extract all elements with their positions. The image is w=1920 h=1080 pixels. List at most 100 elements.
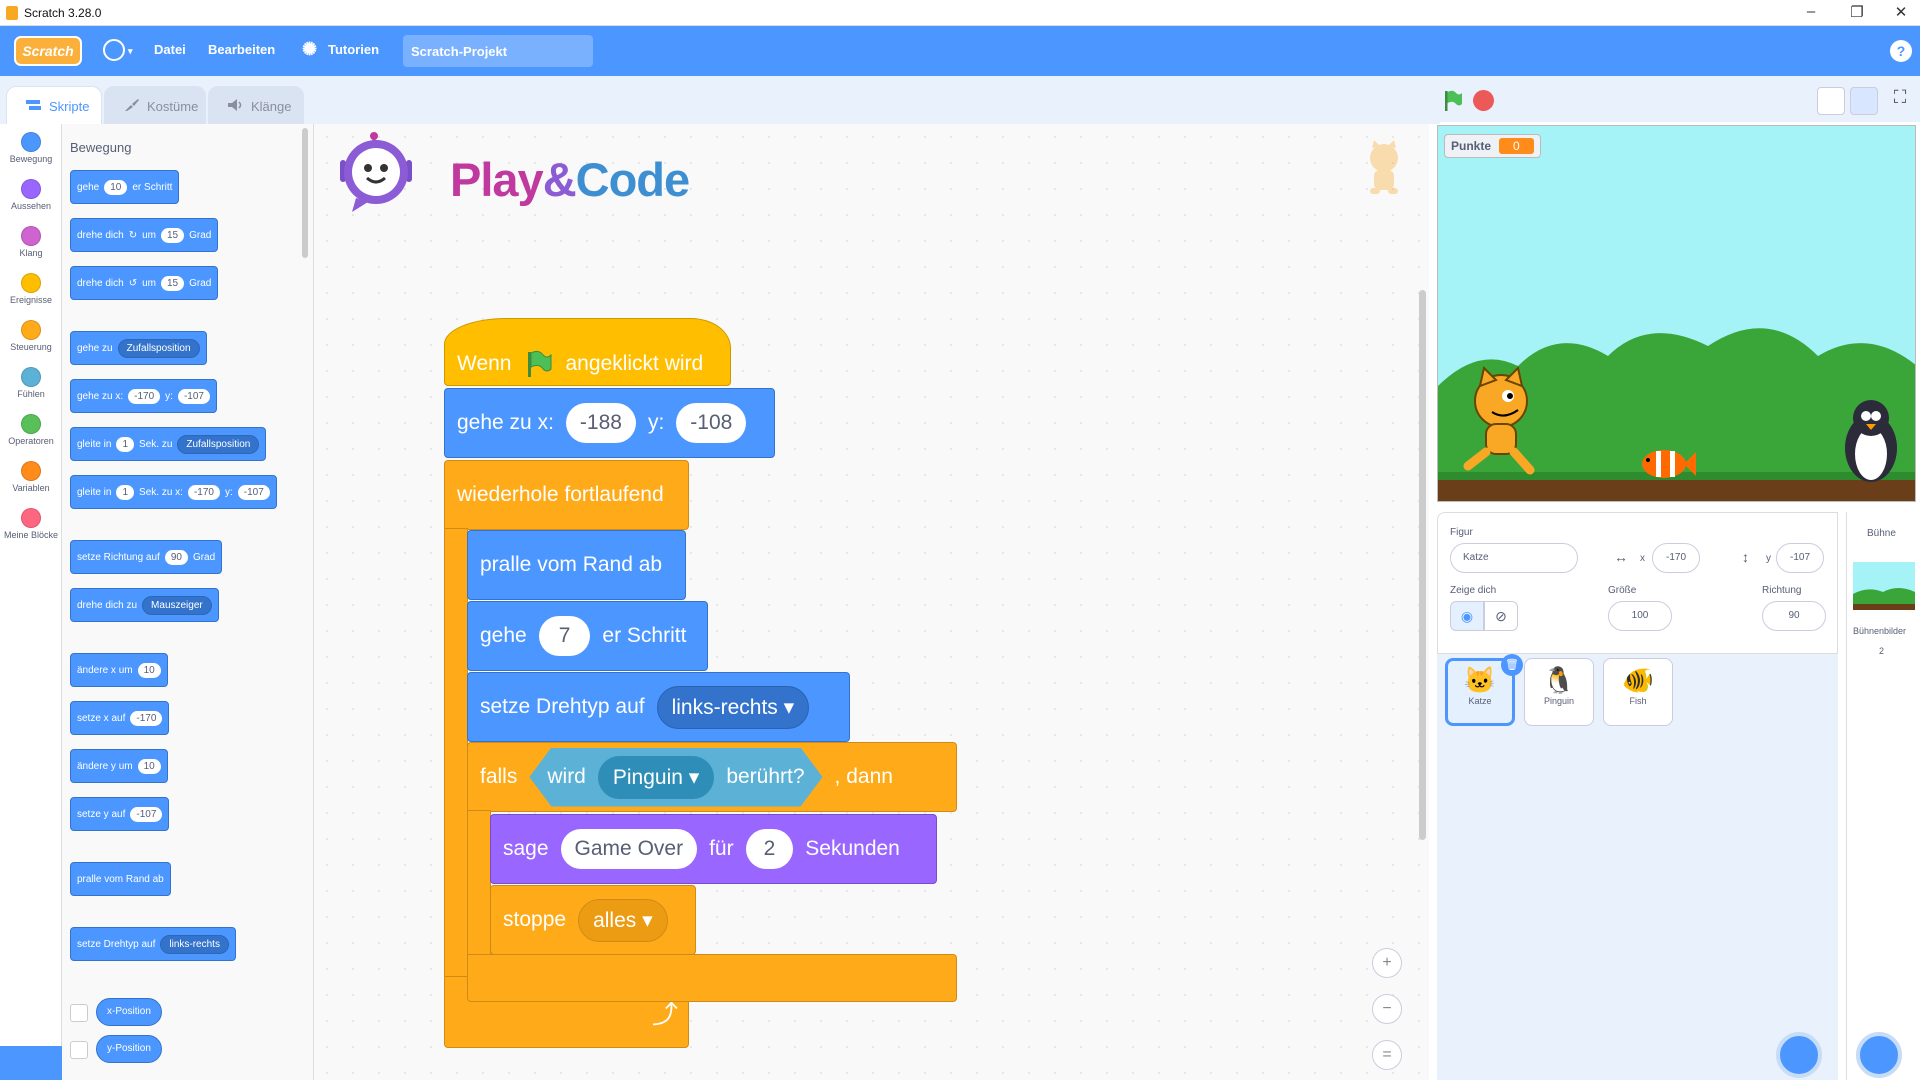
restore-button[interactable]: ❐ [1842, 3, 1872, 21]
category-variables[interactable]: Variablen [0, 461, 62, 493]
block-rotation-style[interactable]: setze Drehtyp auf links-rechts [70, 927, 236, 961]
cat-sprite[interactable] [1456, 366, 1546, 476]
menu-file[interactable]: Datei [154, 42, 186, 57]
choose-backdrop-button[interactable] [1856, 1032, 1902, 1078]
forever-c-arm [444, 528, 468, 978]
xpos-checkbox[interactable] [70, 1004, 88, 1022]
category-sound[interactable]: Klang [0, 226, 62, 258]
choose-sprite-button[interactable] [1776, 1032, 1822, 1078]
block-change-y[interactable]: ändere y um 10 [70, 749, 168, 783]
category-events[interactable]: Ereignisse [0, 273, 62, 305]
rotation-style-dropdown[interactable]: links-rechts ▾ [656, 685, 810, 729]
touching-dropdown[interactable]: Pinguin ▾ [598, 756, 714, 799]
sprite-thumb-pinguin[interactable]: 🐧 Pinguin [1524, 658, 1594, 726]
sprite-name-input[interactable]: Katze [1450, 543, 1578, 573]
x-label: x [1640, 553, 1645, 564]
minimize-button[interactable]: – [1796, 3, 1826, 20]
say-seconds-input[interactable]: 2 [745, 829, 794, 869]
category-control[interactable]: Steuerung [0, 320, 62, 352]
stage[interactable]: Punkte 0 [1437, 125, 1916, 502]
size-input[interactable]: 100 [1608, 601, 1672, 631]
ypos-checkbox[interactable] [70, 1041, 88, 1059]
goto-x-input[interactable]: -188 [565, 403, 636, 443]
show-hidden-eye-icon[interactable]: ⊘ [1484, 601, 1518, 631]
zoom-in-button[interactable]: + [1372, 948, 1402, 978]
block-rotation-style-script[interactable]: setze Drehtyp auf links-rechts ▾ [467, 672, 850, 742]
block-stop[interactable]: stoppe alles ▾ [490, 885, 696, 955]
stage-selector[interactable]: Bühne Bühnenbilder 2 [1846, 512, 1920, 1080]
block-goto-xy[interactable]: gehe zu x: -170 y: -107 [70, 379, 217, 413]
fullscreen-icon[interactable]: ⛶ [1886, 87, 1914, 115]
block-move-script[interactable]: gehe 7 er Schritt [467, 601, 708, 671]
stage-backdrop-thumb[interactable] [1853, 562, 1915, 610]
rotate-right-icon: ↻ [128, 229, 138, 241]
close-button[interactable]: ✕ [1886, 3, 1916, 21]
block-bounce-script[interactable]: pralle vom Rand ab [467, 530, 686, 600]
delete-sprite-icon[interactable]: 🗑 [1501, 654, 1523, 676]
block-turn-left[interactable]: drehe dich ↺ um 15 Grad [70, 266, 219, 300]
scratch-app-icon [6, 6, 18, 20]
sprite-info-panel: Figur Katze ↔ x -170 ↕ y -107 Zeige dich… [1437, 512, 1838, 654]
reporter-y-position[interactable]: y-Position [96, 1035, 162, 1063]
category-motion[interactable]: Bewegung [0, 132, 62, 164]
move-steps-input[interactable]: 7 [538, 616, 591, 656]
menu-edit[interactable]: Bearbeiten [208, 42, 275, 57]
block-goto[interactable]: gehe zu Zufallsposition [70, 331, 207, 365]
show-visible-eye-icon[interactable]: ◉ [1450, 601, 1484, 631]
block-turn-right[interactable]: drehe dich ↻ um 15 Grad [70, 218, 219, 252]
goto-y-input[interactable]: -108 [676, 403, 747, 443]
workspace-scrollbar[interactable] [1419, 290, 1426, 840]
x-position-input[interactable]: -170 [1652, 543, 1700, 573]
green-flag-button[interactable] [1442, 90, 1464, 112]
block-point-direction[interactable]: setze Richtung auf 90 Grad [70, 540, 223, 574]
block-goto-xy-script[interactable]: gehe zu x: -188 y: -108 [444, 388, 775, 458]
block-glide-xy[interactable]: gleite in 1 Sek. zu x: -170 y: -107 [70, 475, 277, 509]
sprite-thumb-fish[interactable]: 🐠 Fish [1603, 658, 1673, 726]
tab-sounds[interactable]: Klänge [208, 86, 304, 124]
block-when-flag-clicked[interactable]: Wenn angeklickt wird [444, 318, 731, 386]
block-point-towards[interactable]: drehe dich zu Mauszeiger [70, 588, 219, 622]
help-icon[interactable]: ? [1890, 40, 1912, 62]
zoom-reset-button[interactable]: = [1372, 1040, 1402, 1070]
category-operators[interactable]: Operatoren [0, 414, 62, 446]
small-stage-button[interactable] [1817, 87, 1845, 115]
block-if[interactable]: falls wird Pinguin ▾ berührt? , dann [467, 742, 957, 812]
direction-input[interactable]: 90 [1762, 601, 1826, 631]
language-globe-icon[interactable] [103, 39, 125, 61]
zoom-out-button[interactable]: − [1372, 994, 1402, 1024]
size-label: Größe [1608, 585, 1637, 596]
block-glide[interactable]: gleite in 1 Sek. zu Zufallsposition [70, 427, 267, 461]
reporter-x-position[interactable]: x-Position [96, 998, 162, 1026]
menu-tutorials[interactable]: Tutorien [328, 42, 379, 57]
category-sensing[interactable]: Fühlen [0, 367, 62, 399]
y-position-input[interactable]: -107 [1776, 543, 1824, 573]
scratch-window: Scratch 3.28.0 – ❐ ✕ Scratch ▾ Datei Bea… [0, 0, 1920, 1080]
tab-costumes[interactable]: Kostüme [104, 86, 206, 124]
block-bounce[interactable]: pralle vom Rand ab [70, 862, 171, 896]
tab-code[interactable]: Skripte [6, 86, 102, 124]
add-extension-button[interactable] [0, 1046, 62, 1080]
block-say-for-secs[interactable]: sage Game Over für 2 Sekunden [490, 814, 937, 884]
fish-sprite[interactable] [1638, 446, 1698, 482]
block-change-x[interactable]: ändere x um 10 [70, 653, 168, 687]
category-looks[interactable]: Aussehen [0, 179, 62, 211]
sprite-label: Figur [1450, 527, 1473, 538]
scratch-logo[interactable]: Scratch [14, 36, 82, 66]
project-name-input[interactable]: Scratch-Projekt [403, 35, 593, 67]
say-text-input[interactable]: Game Over [560, 829, 698, 869]
stop-button[interactable] [1473, 90, 1494, 111]
palette-scrollbar[interactable] [302, 128, 308, 258]
sprite-watermark-cat-icon [1370, 140, 1398, 194]
touching-condition[interactable]: wird Pinguin ▾ berührt? [529, 748, 822, 807]
stop-option-dropdown[interactable]: alles ▾ [578, 898, 668, 942]
penguin-sprite[interactable] [1836, 396, 1906, 486]
editor-tabs: Skripte Kostüme Klänge [0, 76, 1440, 124]
block-forever[interactable]: wiederhole fortlaufend [444, 460, 689, 530]
palette-heading: Bewegung [70, 140, 132, 155]
normal-stage-button[interactable] [1850, 87, 1878, 115]
block-set-y[interactable]: setze y auf -107 [70, 797, 170, 831]
category-my-blocks[interactable]: Meine Blöcke [0, 508, 62, 540]
speaker-icon [228, 99, 242, 111]
block-set-x[interactable]: setze x auf -170 [70, 701, 170, 735]
block-move-steps[interactable]: gehe 10 er Schritt [70, 170, 180, 204]
